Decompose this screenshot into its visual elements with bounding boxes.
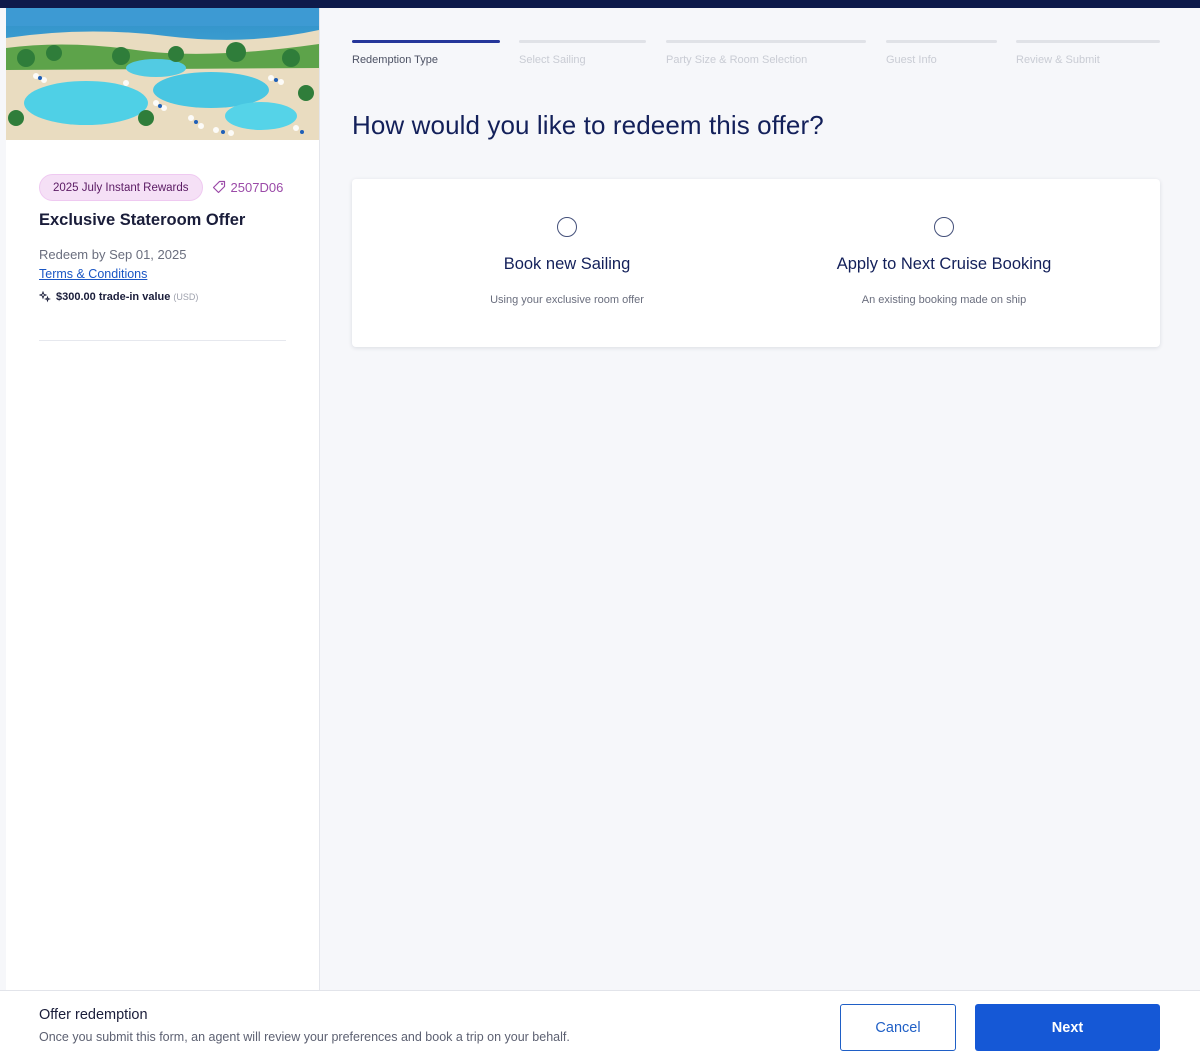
terms-conditions-link[interactable]: Terms & Conditions: [39, 267, 147, 281]
currency-label: (USD): [173, 292, 199, 302]
redemption-options-card: Book new Sailing Using your exclusive ro…: [352, 179, 1160, 347]
redeem-by-date: Redeem by Sep 01, 2025: [39, 247, 187, 262]
progress-stepper: Redemption Type Select Sailing Party Siz…: [352, 40, 1160, 70]
step-redemption-type: Redemption Type: [352, 40, 500, 66]
step-select-sailing: Select Sailing: [519, 40, 646, 66]
cancel-button[interactable]: Cancel: [840, 1004, 956, 1051]
radio-book-new-sailing[interactable]: [557, 217, 577, 237]
option-apply-next-cruise[interactable]: Apply to Next Cruise Booking An existing…: [742, 179, 1146, 347]
offer-title: Exclusive Stateroom Offer: [39, 211, 246, 229]
footer-title: Offer redemption: [39, 1007, 148, 1023]
footer-description: Once you submit this form, an agent will…: [39, 1030, 570, 1044]
offer-sidebar: 2025 July Instant Rewards 2507D06 Exclus…: [6, 8, 320, 990]
step-party-size-room: Party Size & Room Selection: [666, 40, 866, 66]
tag-icon: [212, 180, 225, 194]
next-button[interactable]: Next: [975, 1004, 1160, 1051]
resort-hero-image: [6, 8, 319, 140]
action-footer: Offer redemption Once you submit this fo…: [0, 990, 1200, 1057]
step-review-submit: Review & Submit: [1016, 40, 1160, 66]
trade-in-value: $300.00 trade-in value: [56, 291, 171, 303]
option-book-new-sailing[interactable]: Book new Sailing Using your exclusive ro…: [365, 179, 769, 347]
step-guest-info: Guest Info: [886, 40, 997, 66]
reward-program-pill: 2025 July Instant Rewards: [39, 173, 203, 201]
radio-apply-next-cruise[interactable]: [934, 217, 954, 237]
sparkle-icon: [39, 291, 51, 303]
offer-code: 2507D06: [230, 179, 284, 195]
sidebar-divider: [39, 340, 286, 341]
top-brand-bar: [0, 0, 1200, 8]
page-title: How would you like to redeem this offer?: [352, 110, 824, 140]
